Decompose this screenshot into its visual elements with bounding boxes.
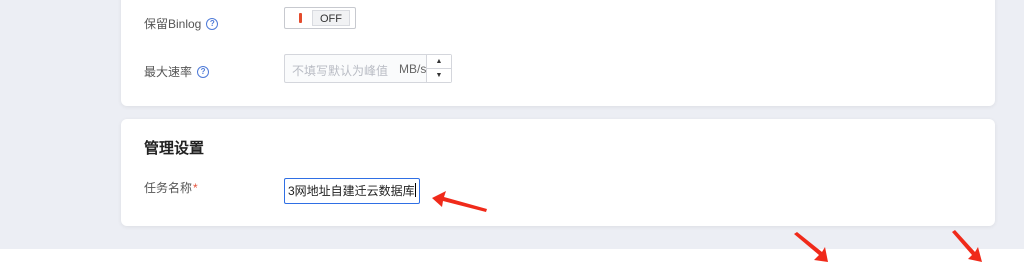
max-rate-unit: MB/s bbox=[399, 62, 427, 76]
task-name-input[interactable]: 3网地址自建迁云数据库 bbox=[284, 178, 420, 204]
task-name-label-text: 任务名称 bbox=[144, 181, 193, 195]
help-circle-icon[interactable]: ? bbox=[206, 17, 219, 30]
max-rate-input[interactable]: 不填写默认为峰值 MB/s ▲ ▼ bbox=[284, 54, 452, 83]
text-caret bbox=[414, 183, 416, 197]
max-rate-placeholder: 不填写默认为峰值 bbox=[292, 64, 389, 78]
red-arrow-icon bbox=[952, 230, 982, 262]
advanced-options-card: 保留Binlog ? OFF 最大速率 ? 不填写默认为峰值 MB/s ▲ ▼ bbox=[121, 0, 995, 106]
toggle-state-label: OFF bbox=[312, 10, 350, 26]
max-rate-label-text: 最大速率 bbox=[144, 65, 193, 79]
required-mark: * bbox=[193, 180, 198, 195]
manage-settings-card: 管理设置 任务名称 * 3网地址自建迁云数据库 bbox=[121, 119, 995, 226]
red-arrow-icon bbox=[794, 232, 828, 262]
stepper-up-icon[interactable]: ▲ bbox=[427, 55, 451, 69]
max-rate-label: 最大速率 ? bbox=[144, 63, 210, 80]
task-name-value: 3网地址自建迁云数据库 bbox=[288, 184, 415, 198]
red-arrow-icon bbox=[432, 191, 487, 212]
binlog-label-text: 保留Binlog bbox=[144, 17, 202, 31]
stepper-down-icon[interactable]: ▼ bbox=[427, 69, 451, 82]
section-title: 管理设置 bbox=[144, 140, 205, 157]
binlog-label: 保留Binlog ? bbox=[144, 15, 219, 32]
task-name-label: 任务名称 * bbox=[144, 179, 198, 196]
max-rate-stepper: ▲ ▼ bbox=[426, 55, 451, 82]
binlog-toggle[interactable]: OFF bbox=[284, 7, 356, 29]
toggle-off-marker bbox=[299, 13, 302, 23]
help-circle-icon[interactable]: ? bbox=[197, 65, 210, 78]
